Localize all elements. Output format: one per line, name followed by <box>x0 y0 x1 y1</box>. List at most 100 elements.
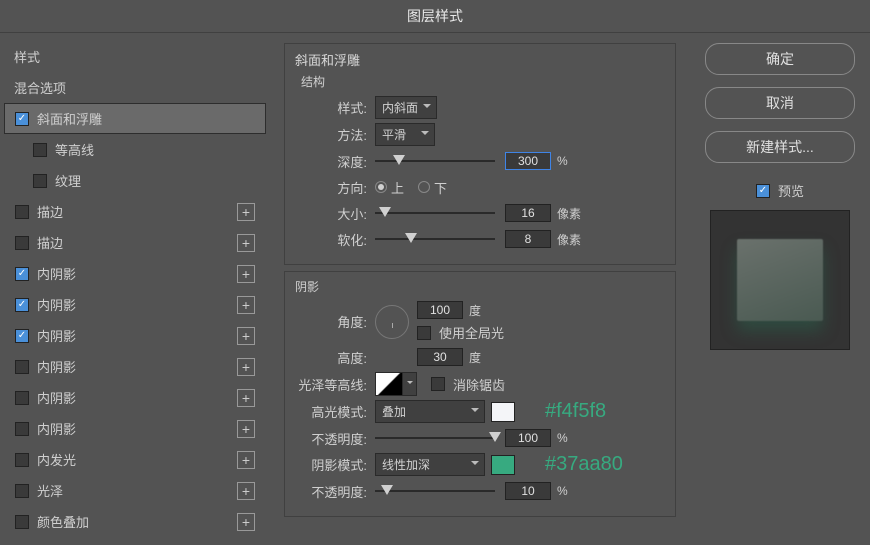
angle-input[interactable]: 100 <box>417 301 463 319</box>
gloss-contour-dropdown[interactable] <box>403 372 417 396</box>
sidebar-checkbox-12[interactable] <box>15 484 29 498</box>
sidebar-checkbox-6[interactable] <box>15 298 29 312</box>
depth-label: 深度: <box>295 152 375 171</box>
sidebar-item-9[interactable]: 内阴影+ <box>4 382 266 413</box>
depth-input[interactable]: 300 <box>505 152 551 170</box>
sidebar-add-icon[interactable]: + <box>237 420 255 438</box>
shadow-mode-label: 阴影模式: <box>295 455 375 474</box>
preview-checkbox[interactable]: 预览 <box>756 181 804 200</box>
style-select[interactable]: 内斜面 <box>375 96 437 119</box>
global-light-label: 使用全局光 <box>439 323 504 342</box>
size-label: 大小: <box>295 204 375 223</box>
opacity1-label: 不透明度: <box>295 429 375 448</box>
right-panel: 确定 取消 新建样式... 预览 <box>690 33 870 545</box>
global-light-checkbox[interactable]: 使用全局光 <box>417 323 504 342</box>
preview-thumbnail <box>737 239 823 321</box>
sidebar-add-icon[interactable]: + <box>237 203 255 221</box>
sidebar-add-icon[interactable]: + <box>237 296 255 314</box>
sidebar-checkbox-13[interactable] <box>15 515 29 529</box>
shadow-mode-select[interactable]: 线性加深 <box>375 453 485 476</box>
new-style-button[interactable]: 新建样式... <box>705 131 855 163</box>
highlight-mode-label: 高光模式: <box>295 402 375 421</box>
sidebar-checkbox-10[interactable] <box>15 422 29 436</box>
soften-input[interactable]: 8 <box>505 230 551 248</box>
direction-up-radio[interactable]: 上 <box>375 178 404 197</box>
direction-down-radio[interactable]: 下 <box>418 178 447 197</box>
opacity2-input[interactable]: 10 <box>505 482 551 500</box>
sidebar-add-icon[interactable]: + <box>237 358 255 376</box>
anti-alias-checkbox[interactable]: 消除锯齿 <box>431 375 505 394</box>
sidebar-add-icon[interactable]: + <box>237 234 255 252</box>
opacity2-unit: % <box>557 484 568 498</box>
angle-unit: 度 <box>469 302 481 319</box>
sidebar-item-0[interactable]: 斜面和浮雕 <box>4 103 266 134</box>
sidebar-checkbox-3[interactable] <box>15 205 29 219</box>
altitude-input[interactable]: 30 <box>417 348 463 366</box>
sidebar-head-styles[interactable]: 样式 <box>4 41 266 72</box>
sidebar-item-12[interactable]: 光泽+ <box>4 475 266 506</box>
sidebar-item-13[interactable]: 颜色叠加+ <box>4 506 266 537</box>
soften-slider[interactable] <box>375 232 495 246</box>
sidebar-add-icon[interactable]: + <box>237 482 255 500</box>
cancel-button[interactable]: 取消 <box>705 87 855 119</box>
sidebar-item-1[interactable]: 等高线 <box>4 134 266 165</box>
sidebar-add-icon[interactable]: + <box>237 265 255 283</box>
sidebar-item-7[interactable]: 内阴影+ <box>4 320 266 351</box>
highlight-mode-select[interactable]: 叠加 <box>375 400 485 423</box>
sidebar-label-3: 描边 <box>37 202 237 221</box>
opacity1-slider[interactable] <box>375 431 495 445</box>
sidebar-item-3[interactable]: 描边+ <box>4 196 266 227</box>
gloss-label: 光泽等高线: <box>295 375 375 394</box>
opacity2-slider[interactable] <box>375 484 495 498</box>
sidebar-label-8: 内阴影 <box>37 357 237 376</box>
highlight-swatch[interactable] <box>491 402 515 422</box>
sidebar-label-12: 光泽 <box>37 481 237 500</box>
size-slider[interactable] <box>375 206 495 220</box>
sidebar-label-11: 内发光 <box>37 450 237 469</box>
sidebar-add-icon[interactable]: + <box>237 327 255 345</box>
method-select[interactable]: 平滑 <box>375 123 435 146</box>
sidebar-label-7: 内阴影 <box>37 326 237 345</box>
direction-up-label: 上 <box>391 178 404 197</box>
sidebar-label-5: 内阴影 <box>37 264 237 283</box>
sidebar-checkbox-11[interactable] <box>15 453 29 467</box>
sidebar-item-4[interactable]: 描边+ <box>4 227 266 258</box>
sidebar-head-blend[interactable]: 混合选项 <box>4 72 266 103</box>
ok-button[interactable]: 确定 <box>705 43 855 75</box>
sidebar-checkbox-1[interactable] <box>33 143 47 157</box>
sidebar-item-11[interactable]: 内发光+ <box>4 444 266 475</box>
shadow-swatch[interactable] <box>491 455 515 475</box>
sidebar-item-8[interactable]: 内阴影+ <box>4 351 266 382</box>
depth-unit: % <box>557 154 568 168</box>
sidebar-add-icon[interactable]: + <box>237 389 255 407</box>
sidebar-item-2[interactable]: 纹理 <box>4 165 266 196</box>
sidebar-item-10[interactable]: 内阴影+ <box>4 413 266 444</box>
sidebar-label-4: 描边 <box>37 233 237 252</box>
sidebar-add-icon[interactable]: + <box>237 513 255 531</box>
preview-box <box>710 210 850 350</box>
shading-title: 阴影 <box>295 278 665 295</box>
opacity1-unit: % <box>557 431 568 445</box>
sidebar-checkbox-9[interactable] <box>15 391 29 405</box>
sidebar-add-icon[interactable]: + <box>237 451 255 469</box>
depth-slider[interactable] <box>375 154 495 168</box>
sidebar-checkbox-7[interactable] <box>15 329 29 343</box>
soften-unit: 像素 <box>557 231 581 248</box>
gloss-contour[interactable] <box>375 372 403 396</box>
direction-label: 方向: <box>295 178 375 197</box>
style-label: 样式: <box>295 98 375 117</box>
angle-dial[interactable] <box>375 305 409 339</box>
main-panel: 斜面和浮雕 结构 样式: 内斜面 方法: 平滑 深度: 300 % 方向: <box>270 33 690 545</box>
sidebar-item-6[interactable]: 内阴影+ <box>4 289 266 320</box>
sidebar-checkbox-0[interactable] <box>15 112 29 126</box>
sidebar-checkbox-2[interactable] <box>33 174 47 188</box>
sidebar-label-6: 内阴影 <box>37 295 237 314</box>
sidebar-label-1: 等高线 <box>55 140 255 159</box>
opacity1-input[interactable]: 100 <box>505 429 551 447</box>
sidebar-checkbox-8[interactable] <box>15 360 29 374</box>
sidebar-checkbox-4[interactable] <box>15 236 29 250</box>
sidebar-item-5[interactable]: 内阴影+ <box>4 258 266 289</box>
sidebar-checkbox-5[interactable] <box>15 267 29 281</box>
panel-title: 斜面和浮雕 <box>295 50 665 69</box>
size-input[interactable]: 16 <box>505 204 551 222</box>
